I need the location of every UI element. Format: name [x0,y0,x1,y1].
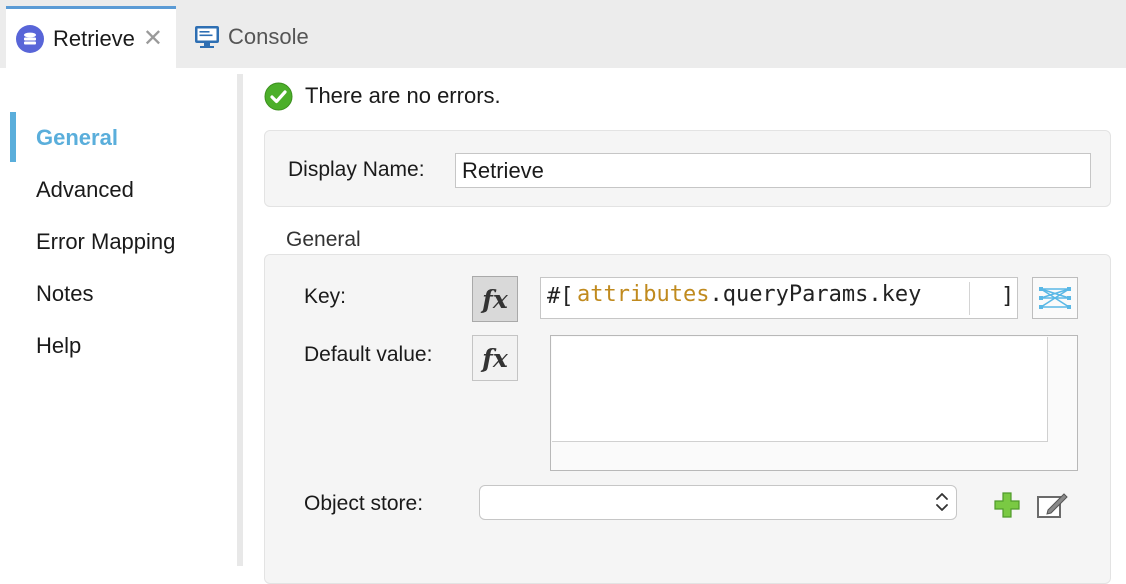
plus-icon [992,490,1022,520]
textarea-editing-area[interactable] [552,337,1048,442]
expression-code: attributes.queryParams.key [577,282,921,307]
show-mapping-button[interactable] [1032,277,1078,319]
editor-tab-bar: Retrieve ✕ Console [0,0,1126,68]
close-icon[interactable]: ✕ [143,26,163,51]
expression-divider [969,282,970,315]
sidebar-item-error-mapping[interactable]: Error Mapping [36,225,175,259]
default-value-label: Default value: [304,343,433,366]
object-store-label: Object store: [304,492,424,515]
default-value-fx-toggle-button[interactable]: fx [472,335,518,381]
function-icon: fx [482,343,508,373]
status-text: There are no errors. [305,83,501,108]
section-title-general: General [286,228,361,251]
display-name-input[interactable]: Retrieve [455,153,1091,188]
default-value-textarea[interactable] [550,335,1078,471]
expression-token-rest: .queryParams.key [709,282,922,307]
object-store-icon [16,24,44,53]
expression-token-attributes: attributes [577,282,710,307]
sidebar-item-advanced[interactable]: Advanced [36,173,134,207]
chevron-up-down-icon [934,490,950,519]
expression-prefix: #[ [547,284,574,309]
tab-label: Console [228,24,309,49]
mapping-icon [1038,284,1072,312]
sidebar-splitter[interactable] [237,74,243,566]
object-store-select[interactable] [479,485,957,520]
edit-icon [1036,490,1070,520]
selected-indicator [10,112,16,162]
function-icon: fx [482,284,508,314]
sidebar-item-notes[interactable]: Notes [36,277,93,311]
key-expression-input[interactable]: #[ attributes.queryParams.key ] [540,277,1018,319]
validation-status: There are no errors. [264,80,501,112]
key-label: Key: [304,285,347,308]
tab-console[interactable]: Console [190,6,340,68]
key-fx-toggle-button[interactable]: fx [472,276,518,322]
edit-object-store-button[interactable] [1036,490,1070,520]
tab-retrieve[interactable]: Retrieve ✕ [6,6,176,68]
add-object-store-button[interactable] [992,490,1022,520]
console-monitor-icon [194,25,220,49]
tab-label: Retrieve [53,25,135,51]
display-name-label: Display Name: [288,158,425,181]
check-circle-icon [264,82,293,111]
expression-suffix: ] [1001,284,1015,309]
sidebar-item-help[interactable]: Help [36,329,81,363]
sidebar-item-general[interactable]: General [36,121,118,155]
